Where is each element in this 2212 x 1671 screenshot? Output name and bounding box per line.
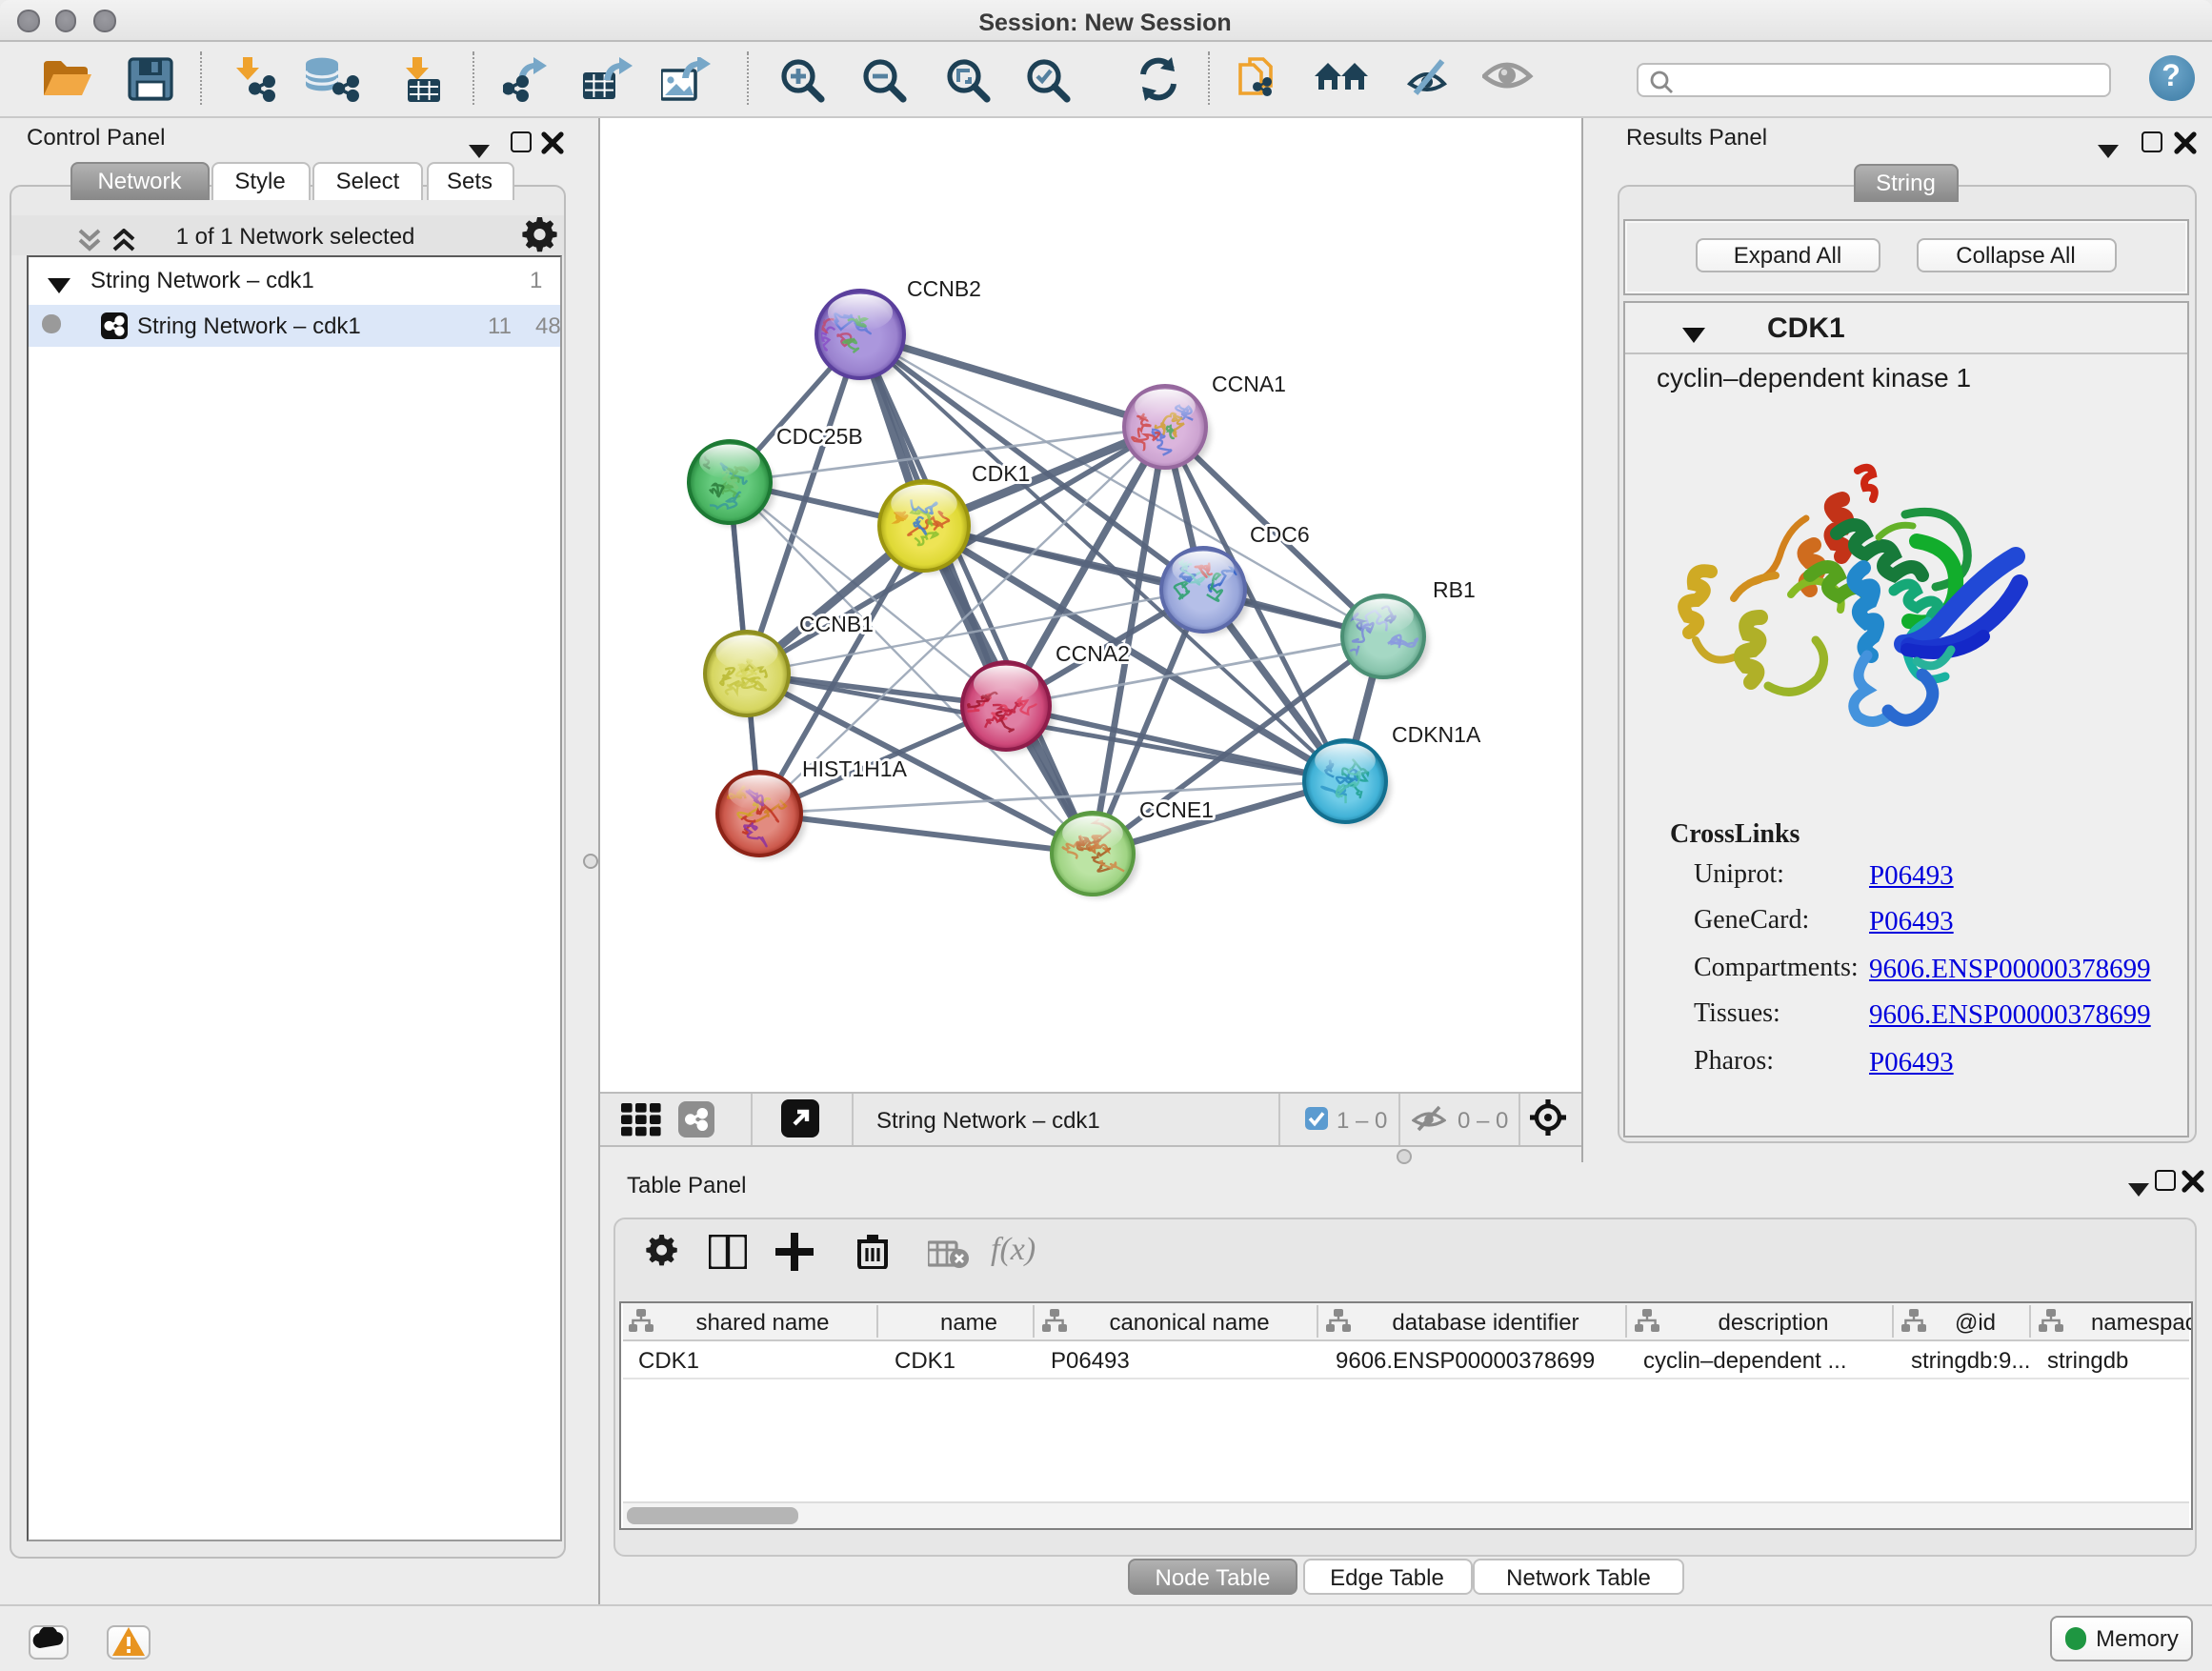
svg-text:CDC6: CDC6 (1250, 522, 1310, 547)
svg-text:CCNE1: CCNE1 (1139, 797, 1214, 822)
svg-text:CCNB1: CCNB1 (799, 612, 874, 636)
svg-text:CCNA1: CCNA1 (1212, 372, 1286, 396)
svg-text:HIST1H1A: HIST1H1A (802, 756, 908, 781)
svg-text:CDKN1A: CDKN1A (1392, 722, 1481, 747)
svg-text:CDK1: CDK1 (972, 461, 1030, 486)
svg-text:RB1: RB1 (1433, 577, 1476, 602)
svg-text:CCNB2: CCNB2 (907, 276, 981, 301)
svg-text:CCNA2: CCNA2 (1056, 641, 1130, 666)
svg-text:CDC25B: CDC25B (776, 424, 863, 449)
